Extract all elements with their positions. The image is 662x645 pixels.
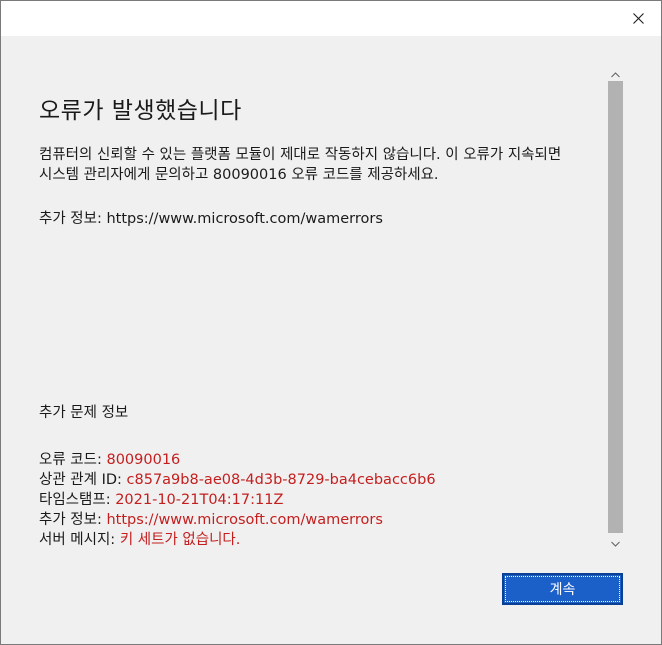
timestamp-row: 타임스탬프: 2021-10-21T04:17:11Z — [39, 490, 436, 510]
timestamp-value: 2021-10-21T04:17:11Z — [115, 492, 284, 508]
server-message-row: 서버 메시지: 키 세트가 없습니다. — [39, 530, 436, 550]
more-info-text: 추가 정보: https://www.microsoft.com/wamerro… — [39, 211, 383, 227]
timestamp-label: 타임스탬프: — [39, 492, 116, 508]
scrollable-message-area[interactable]: 오류가 발생했습니다 컴퓨터의 신뢰할 수 있는 플랫폼 모듈이 제대로 작동하… — [39, 37, 607, 557]
correlation-id-row: 상관 관계 ID: c857a9b8-ae08-4d3b-8729-ba4ceb… — [39, 470, 436, 490]
correlation-id-label: 상관 관계 ID: — [39, 472, 127, 488]
scroll-up-button[interactable] — [607, 64, 624, 81]
close-button[interactable] — [615, 1, 661, 36]
scrollbar-thumb[interactable] — [608, 81, 623, 533]
error-message-line-2: 시스템 관리자에게 문의하고 80090016 오류 코드를 제공하세요. — [39, 167, 439, 183]
additional-problem-info-heading: 추가 문제 정보 — [39, 405, 129, 421]
error-message-line-1: 컴퓨터의 신뢰할 수 있는 플랫폼 모듈이 제대로 작동하지 않습니다. 이 오… — [39, 147, 562, 163]
scroll-down-button[interactable] — [607, 533, 624, 550]
correlation-id-value: c857a9b8-ae08-4d3b-8729-ba4cebacc6b6 — [126, 472, 436, 488]
more-info-link[interactable]: https://www.microsoft.com/wamerrors — [106, 512, 382, 528]
error-message: 컴퓨터의 신뢰할 수 있는 플랫폼 모듈이 제대로 작동하지 않습니다. 이 오… — [39, 145, 607, 185]
more-info-row: 추가 정보: https://www.microsoft.com/wamerro… — [39, 510, 436, 530]
continue-button[interactable]: 계속 — [502, 573, 623, 605]
vertical-scrollbar[interactable] — [607, 64, 624, 550]
title-bar — [1, 1, 661, 36]
chevron-up-icon — [611, 63, 620, 82]
error-code-value: 80090016 — [106, 452, 181, 468]
error-details: 오류 코드: 80090016 상관 관계 ID: c857a9b8-ae08-… — [39, 450, 436, 550]
close-icon — [632, 13, 644, 24]
error-code-row: 오류 코드: 80090016 — [39, 450, 436, 470]
error-code-label: 오류 코드: — [39, 452, 107, 468]
error-heading: 오류가 발생했습니다 — [39, 98, 242, 124]
server-message-label: 서버 메시지: — [39, 532, 120, 548]
chevron-down-icon — [611, 532, 620, 551]
server-message-value: 키 세트가 없습니다. — [119, 532, 241, 548]
error-dialog-window: 오류가 발생했습니다 컴퓨터의 신뢰할 수 있는 플랫폼 모듈이 제대로 작동하… — [0, 0, 662, 645]
more-info-label: 추가 정보: — [39, 512, 107, 528]
dialog-content: 오류가 발생했습니다 컴퓨터의 신뢰할 수 있는 플랫폼 모듈이 제대로 작동하… — [1, 37, 661, 644]
